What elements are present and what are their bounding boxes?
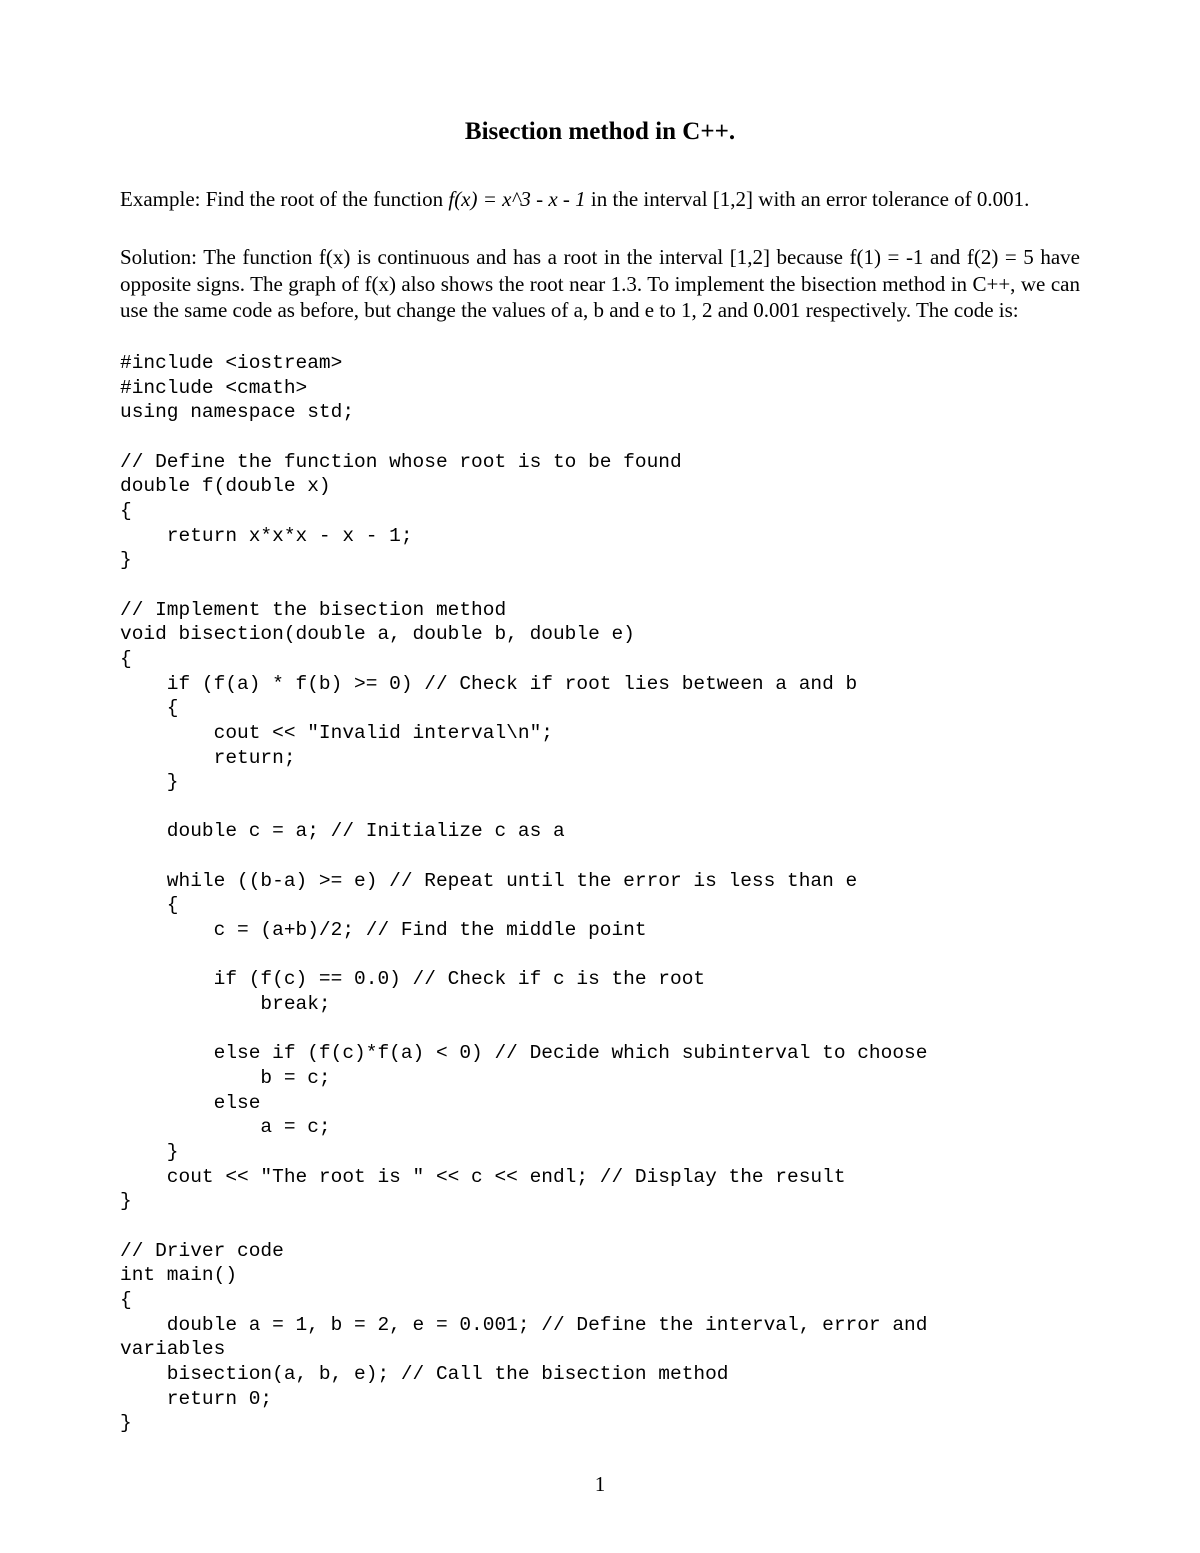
- code-block: #include <iostream> #include <cmath> usi…: [120, 351, 1080, 1436]
- example-prefix: Example: Find the root of the function: [120, 187, 448, 211]
- example-suffix: in the interval [1,2] with an error tole…: [586, 187, 1030, 211]
- page-number: 1: [0, 1472, 1200, 1497]
- document-title: Bisection method in C++.: [120, 118, 1080, 146]
- solution-paragraph: Solution: The function f(x) is continuou…: [120, 244, 1080, 323]
- example-paragraph: Example: Find the root of the function f…: [120, 186, 1080, 212]
- example-function: f(x) = x^3 - x - 1: [448, 187, 585, 211]
